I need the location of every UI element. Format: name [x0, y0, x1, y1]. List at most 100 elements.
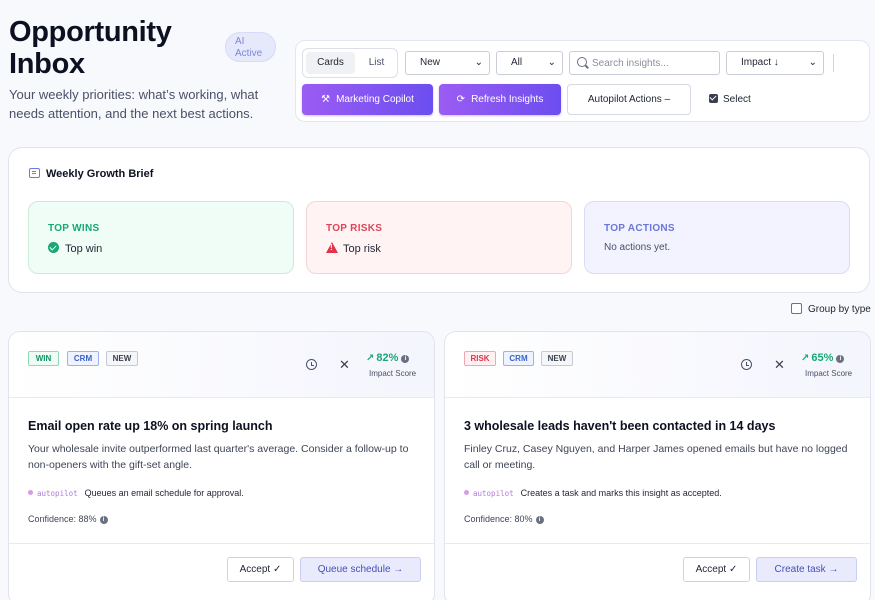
warning-icon	[326, 242, 338, 253]
marketing-copilot-label: Marketing Copilot	[336, 94, 414, 105]
weekly-growth-brief: Weekly Growth Brief TOP WINS Top win TOP…	[8, 147, 870, 293]
autopilot-actions-button[interactable]: Autopilot Actions –	[567, 84, 691, 115]
insight-card: RISK CRM NEW ✕ ↗ 65% i Impact Score 3 whol…	[444, 331, 871, 600]
insight-title: Email open rate up 18% on spring launch	[28, 419, 273, 433]
impact-score: ↗ 65% i	[801, 352, 845, 364]
top-risks-card: TOP RISKS Top risk	[306, 201, 572, 274]
select-checkbox[interactable]	[709, 94, 718, 103]
group-by-type-toggle[interactable]: Group by type	[791, 303, 871, 315]
snooze-clock-icon[interactable]	[306, 359, 317, 370]
autopilot-dot-icon	[464, 490, 469, 495]
top-actions-card: TOP ACTIONS No actions yet.	[584, 201, 850, 274]
impact-score-label: Impact Score	[369, 369, 417, 378]
type-filter-select[interactable]: All ⌄	[496, 51, 563, 75]
refresh-icon: ⟳	[456, 94, 466, 105]
confidence: Confidence: 88% i	[28, 514, 108, 524]
impact-score-value: 65%	[811, 352, 834, 364]
type-filter-value: All	[511, 57, 523, 68]
confidence-text: Confidence: 80%	[464, 514, 533, 524]
create-task-button[interactable]: Create task →	[756, 557, 857, 582]
ai-active-badge: AI Active	[225, 32, 276, 62]
view-toggle: Cards List	[302, 48, 398, 78]
ai-badge-line1: AI	[235, 36, 245, 47]
view-cards-button[interactable]: Cards	[306, 52, 355, 74]
sort-select[interactable]: Impact ↓ ⌄	[726, 51, 824, 75]
chevron-down-icon: ⌄	[547, 57, 556, 68]
toolbar-divider	[833, 54, 834, 72]
top-risks-heading: TOP RISKS	[326, 223, 383, 234]
insight-card: WIN CRM NEW ✕ ↗ 82% i Impact Score Email o…	[8, 331, 435, 600]
brief-title-text: Weekly Growth Brief	[46, 168, 154, 180]
status-filter-select[interactable]: New ⌄	[405, 51, 490, 75]
autopilot-note: autopilot Creates a task and marks this i…	[464, 488, 722, 498]
source-tag: CRM	[67, 351, 99, 366]
trend-up-icon: ↗	[366, 353, 375, 364]
select-toggle[interactable]: Select	[709, 94, 751, 105]
confidence-text: Confidence: 88%	[28, 514, 97, 524]
page-subtitle: Your weekly priorities: what’s working, …	[9, 87, 259, 121]
impact-score-label: Impact Score	[805, 369, 853, 378]
accept-button[interactable]: Accept ✓	[227, 557, 294, 582]
top-risks-value: Top risk	[326, 242, 381, 255]
trend-up-icon: ↗	[801, 353, 810, 364]
top-risks-text: Top risk	[343, 243, 381, 255]
insight-card-header: RISK CRM NEW ✕ ↗ 65% i Impact Score	[445, 332, 870, 398]
type-tag: RISK	[464, 351, 496, 366]
info-icon[interactable]: i	[535, 516, 544, 524]
queue-schedule-button[interactable]: Queue schedule →	[300, 557, 421, 582]
brief-title: Weekly Growth Brief	[29, 168, 153, 180]
search-icon	[577, 57, 587, 67]
top-wins-value: Top win	[48, 242, 102, 255]
confidence: Confidence: 80% i	[464, 514, 544, 524]
dismiss-close-icon[interactable]: ✕	[339, 358, 350, 371]
search-box	[569, 51, 720, 75]
autopilot-note: autopilot Queues an email schedule for ap…	[28, 488, 244, 498]
autopilot-tag: autopilot	[473, 489, 514, 498]
top-actions-value: No actions yet.	[604, 242, 671, 253]
group-by-type-label: Group by type	[808, 304, 871, 315]
insight-card-footer: Accept ✓ Queue schedule →	[9, 543, 434, 600]
page-title-line1: Opportunity	[9, 16, 172, 48]
ai-badge-line2: Active	[235, 48, 263, 59]
autopilot-dot-icon	[28, 490, 33, 495]
dismiss-close-icon[interactable]: ✕	[774, 358, 785, 371]
snooze-clock-icon[interactable]	[741, 359, 752, 370]
autopilot-text: Creates a task and marks this insight as…	[520, 488, 722, 498]
refresh-insights-button[interactable]: ⟳ Refresh Insights	[439, 84, 561, 115]
status-tag: NEW	[106, 351, 138, 366]
status-filter-value: New	[420, 57, 441, 68]
info-icon[interactable]: i	[836, 355, 845, 363]
chevron-down-icon: ⌄	[808, 57, 817, 68]
insight-card-footer: Accept ✓ Create task →	[445, 543, 870, 600]
sort-value: Impact ↓	[741, 57, 779, 68]
group-by-type-checkbox[interactable]	[791, 303, 802, 314]
type-tag: WIN	[28, 351, 59, 366]
impact-score-value: 82%	[376, 352, 399, 364]
insight-description: Your wholesale invite outperformed last …	[28, 443, 409, 471]
status-tag: NEW	[541, 351, 573, 366]
magic-wand-icon: ⚒	[321, 94, 331, 105]
insight-card-header: WIN CRM NEW ✕ ↗ 82% i Impact Score	[9, 332, 434, 398]
toolbar: Cards List New ⌄ All ⌄ Impact ↓ ⌄ ⚒ Marke…	[295, 40, 870, 122]
view-list-button[interactable]: List	[360, 52, 393, 74]
top-actions-heading: TOP ACTIONS	[604, 223, 675, 234]
insight-description: Finley Cruz, Casey Nguyen, and Harper Ja…	[464, 443, 848, 471]
autopilot-tag: autopilot	[37, 489, 78, 498]
refresh-insights-label: Refresh Insights	[471, 94, 544, 105]
source-tag: CRM	[503, 351, 534, 366]
info-icon[interactable]: i	[401, 355, 410, 363]
page-title: Opportunity Inbox	[9, 16, 219, 80]
page-title-line2: Inbox	[9, 48, 85, 80]
impact-score: ↗ 82% i	[366, 352, 410, 364]
info-icon[interactable]: i	[99, 516, 108, 524]
marketing-copilot-button[interactable]: ⚒ Marketing Copilot	[302, 84, 433, 115]
newspaper-icon	[29, 168, 40, 178]
check-circle-icon	[48, 242, 59, 253]
chevron-down-icon: ⌄	[474, 57, 483, 68]
search-input[interactable]	[592, 55, 712, 71]
accept-button[interactable]: Accept ✓	[683, 557, 750, 582]
top-wins-heading: TOP WINS	[48, 223, 100, 234]
insight-title: 3 wholesale leads haven't been contacted…	[464, 419, 776, 433]
select-label: Select	[723, 94, 751, 105]
top-wins-card: TOP WINS Top win	[28, 201, 294, 274]
